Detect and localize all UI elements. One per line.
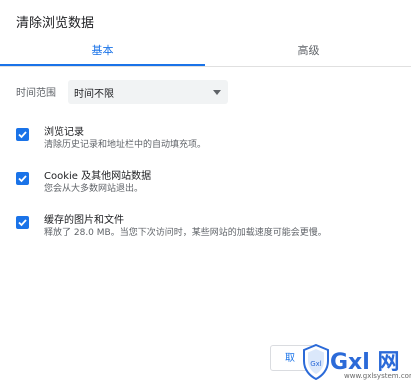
checkmark-icon — [18, 131, 27, 139]
option-description: 清除历史记录和地址栏中的自动填充项。 — [44, 140, 207, 150]
watermark-url: www.gxlsystem.com — [344, 372, 411, 380]
option-description: 释放了 28.0 MB。当您下次访问时，某些网站的加载速度可能会更慢。 — [44, 228, 327, 238]
option-title: 浏览记录 — [44, 127, 84, 138]
cached-files-checkbox[interactable] — [16, 216, 29, 229]
time-range-label: 时间范围 — [16, 88, 56, 99]
checkmark-icon — [18, 175, 27, 183]
clear-browsing-data-dialog: 清除浏览数据 基本 高级 时间范围 时间不限 浏览记录 清除历史记录和地址栏中的… — [0, 0, 411, 384]
watermark-logo: Gxl Gxl 网 www.gxlsystem.com — [300, 340, 411, 384]
cookies-checkbox[interactable] — [16, 172, 29, 185]
option-browsing-history: 浏览记录 清除历史记录和地址栏中的自动填充项。 — [16, 120, 396, 154]
chevron-down-icon — [213, 90, 221, 95]
checkmark-icon — [18, 219, 27, 227]
tab-advanced[interactable]: 高级 — [206, 40, 411, 66]
browsing-history-checkbox[interactable] — [16, 128, 29, 141]
option-cached-files: 缓存的图片和文件 释放了 28.0 MB。当您下次访问时，某些网站的加载速度可能… — [16, 208, 396, 242]
option-title: Cookie 及其他网站数据 — [44, 171, 152, 182]
option-description: 您会从大多数网站退出。 — [44, 184, 144, 194]
shield-icon: Gxl — [303, 344, 329, 380]
dialog-title: 清除浏览数据 — [16, 16, 95, 31]
tab-basic[interactable]: 基本 — [0, 40, 205, 66]
time-range-select[interactable]: 时间不限 — [68, 80, 228, 104]
option-title: 缓存的图片和文件 — [44, 215, 124, 226]
option-cookies: Cookie 及其他网站数据 您会从大多数网站退出。 — [16, 164, 396, 198]
active-tab-indicator — [0, 64, 205, 66]
tab-bar: 基本 高级 — [0, 40, 411, 67]
time-range-value: 时间不限 — [74, 89, 114, 100]
shield-text: Gxl — [310, 360, 322, 368]
